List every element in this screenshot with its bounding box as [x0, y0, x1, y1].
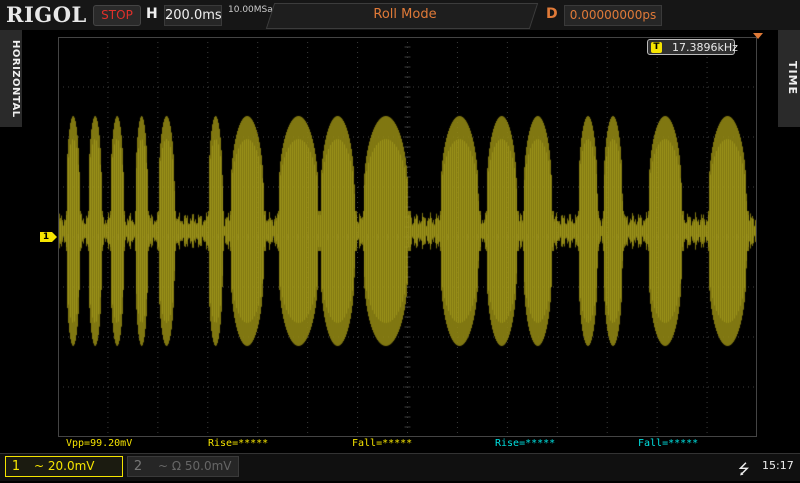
ch1-coupling-icon: ~	[34, 459, 45, 473]
clock: 15:17	[762, 459, 794, 472]
trigger-position-icon[interactable]	[753, 33, 763, 39]
ch2-coupling-icon: ~ Ω	[158, 459, 182, 473]
ch2-scale: ~ Ω 50.0mV	[158, 456, 232, 477]
ch1-offset-marker[interactable]: 1	[40, 232, 57, 242]
ch1-scale-value: 20.0mV	[47, 459, 95, 473]
horizontal-label: H	[146, 6, 158, 22]
brand-logo: RIGOL	[6, 2, 87, 27]
measurement-rise-ch1: Rise=*****	[208, 438, 269, 449]
ch2-scale-value: 50.0mV	[184, 459, 232, 473]
usb-icon: ⭍	[738, 462, 750, 478]
measurement-vpp: Vpp=99.20mV	[66, 438, 133, 449]
timebase-value[interactable]: 200.0ms	[164, 5, 222, 26]
measurement-rise-ch2: Rise=*****	[495, 438, 556, 449]
horizontal-menu-label: HORIZONTAL	[10, 39, 21, 118]
trigger-counter-icon: T	[651, 42, 662, 53]
delay-label: D	[546, 6, 558, 22]
ch2-number: 2	[133, 459, 143, 474]
acquisition-mode[interactable]: Roll Mode	[270, 3, 540, 27]
ch1-scale: ~ 20.0mV	[34, 456, 95, 477]
time-menu-label: TIME	[786, 61, 799, 96]
waveform-display[interactable]	[58, 37, 757, 437]
delay-value[interactable]: 0.00000000ps	[564, 5, 662, 26]
measurement-fall-ch2: Fall=*****	[638, 438, 699, 449]
run-stop-status[interactable]: STOP	[93, 5, 141, 26]
measurement-fall-ch1: Fall=*****	[352, 438, 413, 449]
ch1-number: 1	[11, 459, 21, 474]
